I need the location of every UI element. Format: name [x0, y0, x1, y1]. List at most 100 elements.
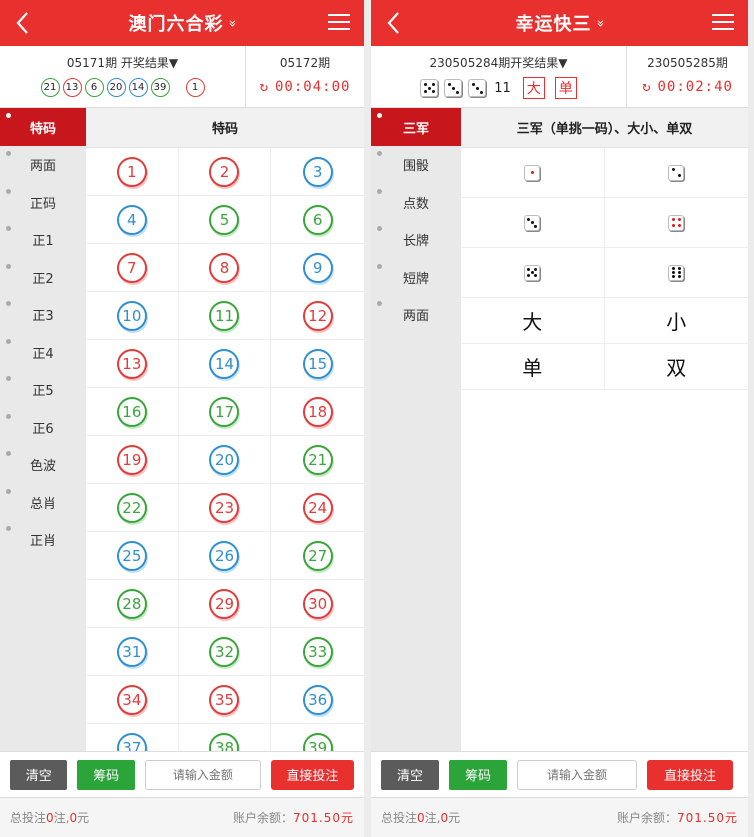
- number-cell[interactable]: 36: [271, 676, 364, 724]
- sidebar-item[interactable]: 正6: [0, 409, 86, 447]
- option-cell[interactable]: 小: [604, 298, 748, 344]
- number-cell[interactable]: 10: [86, 292, 179, 340]
- number-cell[interactable]: 1: [86, 148, 179, 196]
- number-ball[interactable]: 5: [209, 204, 240, 235]
- number-ball[interactable]: 18: [302, 396, 333, 427]
- number-ball[interactable]: 9: [302, 252, 333, 283]
- number-cell[interactable]: 34: [86, 676, 179, 724]
- number-ball[interactable]: 24: [302, 492, 333, 523]
- refresh-icon[interactable]: ↻: [260, 79, 269, 95]
- number-ball[interactable]: 25: [116, 540, 147, 571]
- number-ball[interactable]: 19: [116, 444, 147, 475]
- bet-button[interactable]: 直接投注: [270, 759, 354, 790]
- prev-issue[interactable]: 05171期 开奖结果▼: [0, 54, 245, 71]
- number-cell[interactable]: 24: [271, 484, 364, 532]
- sidebar-item[interactable]: 两面: [371, 296, 461, 334]
- number-ball[interactable]: 27: [302, 540, 333, 571]
- number-ball[interactable]: 21: [302, 444, 333, 475]
- number-ball[interactable]: 1: [116, 156, 147, 187]
- number-ball[interactable]: 39: [302, 732, 333, 751]
- number-ball[interactable]: 14: [209, 348, 240, 379]
- sidebar-item[interactable]: 总肖: [0, 484, 86, 522]
- number-ball[interactable]: 31: [116, 636, 147, 667]
- back-icon[interactable]: [12, 9, 34, 37]
- lhc-title[interactable]: 澳门六合彩: [129, 10, 224, 36]
- number-ball[interactable]: 11: [209, 300, 240, 331]
- number-cell[interactable]: 22: [86, 484, 179, 532]
- number-cell[interactable]: 16: [86, 388, 179, 436]
- number-ball[interactable]: 17: [209, 396, 240, 427]
- number-cell[interactable]: 15: [271, 340, 364, 388]
- number-ball[interactable]: 28: [116, 588, 147, 619]
- number-ball[interactable]: 22: [116, 492, 147, 523]
- number-ball[interactable]: 34: [116, 684, 147, 715]
- number-cell[interactable]: 13: [86, 340, 179, 388]
- menu-icon[interactable]: [712, 13, 734, 31]
- chevron-down-icon[interactable]: »: [592, 19, 607, 27]
- number-cell[interactable]: 28: [86, 580, 179, 628]
- sidebar-item[interactable]: 正1: [0, 221, 86, 259]
- number-cell[interactable]: 25: [86, 532, 179, 580]
- number-cell[interactable]: 29: [178, 580, 272, 628]
- number-ball[interactable]: 33: [302, 636, 333, 667]
- face-cell[interactable]: [461, 248, 605, 298]
- number-cell[interactable]: 3: [271, 148, 364, 196]
- sidebar-item[interactable]: 正4: [0, 334, 86, 372]
- prev-issue[interactable]: 230505284期开奖结果▼: [371, 54, 626, 71]
- sidebar-item[interactable]: 两面: [0, 146, 86, 184]
- number-ball[interactable]: 26: [209, 540, 240, 571]
- number-cell[interactable]: 30: [271, 580, 364, 628]
- face-cell[interactable]: [461, 198, 605, 248]
- refresh-icon[interactable]: ↻: [642, 79, 651, 95]
- number-cell[interactable]: 18: [271, 388, 364, 436]
- number-cell[interactable]: 23: [178, 484, 272, 532]
- number-cell[interactable]: 38: [179, 724, 272, 751]
- option-cell[interactable]: 单: [461, 344, 605, 390]
- number-cell[interactable]: 33: [271, 628, 364, 676]
- sidebar-item[interactable]: 长牌: [371, 221, 461, 259]
- face-cell[interactable]: [604, 198, 748, 248]
- number-cell[interactable]: 39: [271, 724, 364, 751]
- k3-title[interactable]: 幸运快三: [516, 10, 592, 36]
- sidebar-item[interactable]: 围骰: [371, 146, 461, 184]
- chevron-down-icon[interactable]: »: [224, 19, 239, 27]
- sidebar-item[interactable]: 特码: [0, 108, 86, 146]
- number-cell[interactable]: 20: [178, 436, 272, 484]
- number-ball[interactable]: 12: [302, 300, 333, 331]
- sidebar-item[interactable]: 点数: [371, 184, 461, 222]
- sidebar-item[interactable]: 正5: [0, 371, 86, 409]
- number-cell[interactable]: 7: [86, 244, 179, 292]
- clear-button[interactable]: 清空: [10, 759, 68, 790]
- number-cell[interactable]: 27: [271, 532, 364, 580]
- number-cell[interactable]: 19: [86, 436, 179, 484]
- bet-button[interactable]: 直接投注: [647, 759, 733, 790]
- number-ball[interactable]: 20: [209, 444, 240, 475]
- number-cell[interactable]: 37: [86, 724, 179, 751]
- number-cell[interactable]: 5: [178, 196, 272, 244]
- sidebar-item[interactable]: 三军: [371, 108, 461, 146]
- number-cell[interactable]: 26: [178, 532, 272, 580]
- number-ball[interactable]: 37: [116, 732, 147, 751]
- number-ball[interactable]: 35: [209, 684, 240, 715]
- number-ball[interactable]: 36: [302, 684, 333, 715]
- option-cell[interactable]: 双: [604, 344, 748, 390]
- number-cell[interactable]: 32: [178, 628, 272, 676]
- number-ball[interactable]: 8: [209, 252, 240, 283]
- sidebar-item[interactable]: 正肖: [0, 521, 86, 559]
- number-cell[interactable]: 4: [86, 196, 179, 244]
- number-ball[interactable]: 29: [209, 588, 240, 619]
- sidebar-item[interactable]: 色波: [0, 446, 86, 484]
- chips-button[interactable]: 筹码: [77, 759, 135, 790]
- number-cell[interactable]: 17: [178, 388, 272, 436]
- option-cell[interactable]: 大: [461, 298, 605, 344]
- menu-icon[interactable]: [328, 13, 350, 31]
- sidebar-item[interactable]: 短牌: [371, 259, 461, 297]
- number-cell[interactable]: 2: [178, 148, 272, 196]
- number-cell[interactable]: 11: [178, 292, 272, 340]
- clear-button[interactable]: 清空: [381, 759, 439, 790]
- number-ball[interactable]: 10: [116, 300, 147, 331]
- number-ball[interactable]: 30: [302, 588, 333, 619]
- number-cell[interactable]: 14: [178, 340, 272, 388]
- number-cell[interactable]: 8: [178, 244, 272, 292]
- chips-button[interactable]: 筹码: [449, 759, 507, 790]
